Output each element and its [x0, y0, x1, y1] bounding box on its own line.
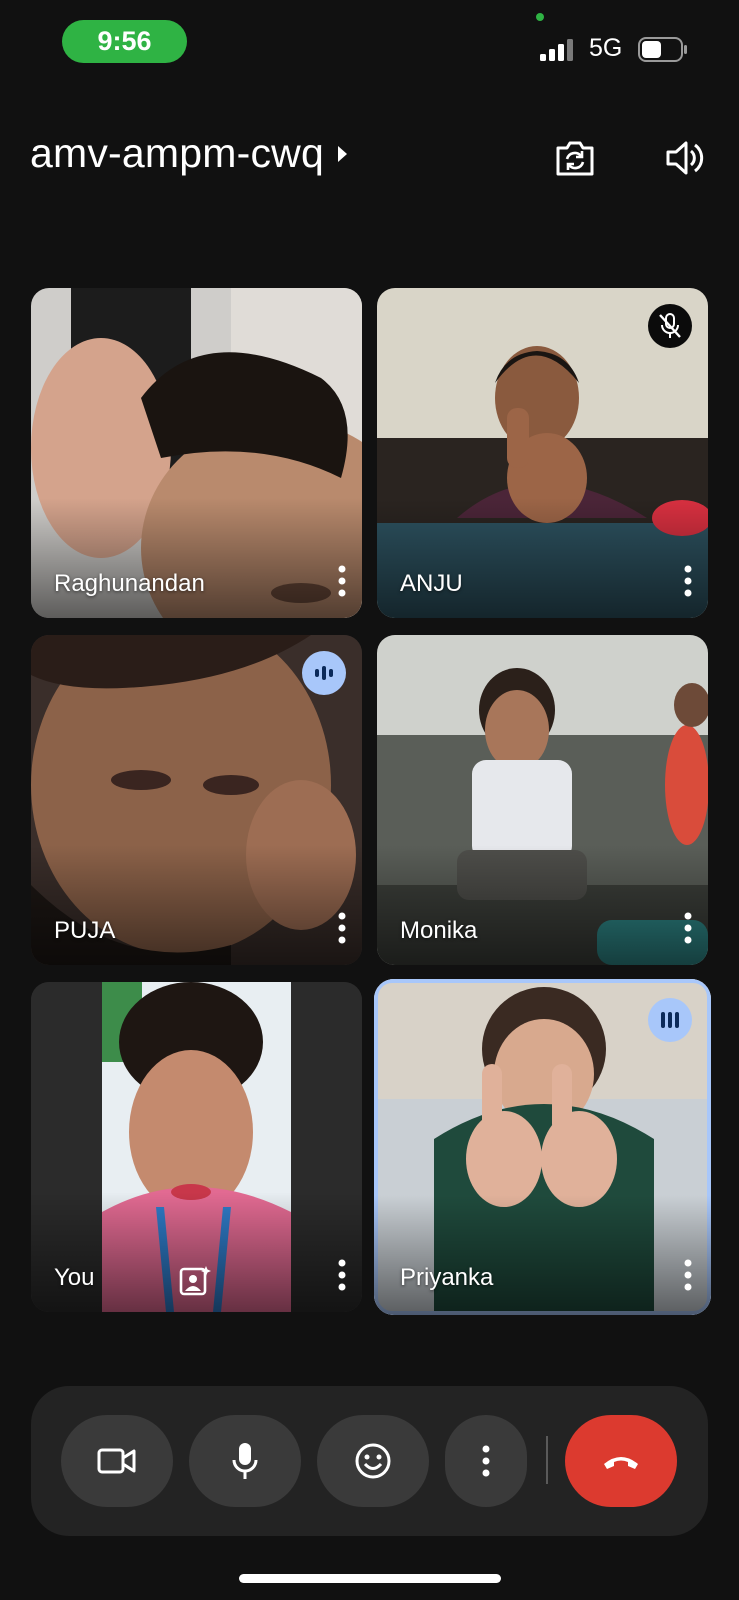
participant-name: PUJA: [54, 917, 116, 944]
participant-tile-self[interactable]: You: [31, 982, 362, 1312]
name-shade: [374, 1195, 711, 1315]
reactions-button[interactable]: [317, 1415, 429, 1507]
microphone-toggle-button[interactable]: [189, 1415, 301, 1507]
speaking-indicator: [648, 998, 692, 1042]
participant-tile-priyanka[interactable]: Priyanka: [374, 979, 711, 1315]
more-options-button[interactable]: [445, 1415, 527, 1507]
effects-icon[interactable]: [178, 1264, 212, 1298]
switch-camera-button[interactable]: [552, 135, 598, 181]
emoji-icon: [355, 1443, 391, 1479]
end-call-button[interactable]: [565, 1415, 677, 1507]
battery-icon: [638, 37, 687, 62]
participant-name: Raghunandan: [54, 570, 205, 597]
more-vertical-icon[interactable]: [680, 911, 696, 945]
name-shade: [377, 498, 708, 618]
more-vertical-icon: [482, 1445, 490, 1477]
name-shade: [377, 845, 708, 965]
end-call-icon: [604, 1457, 638, 1469]
network-type: 5G: [589, 34, 623, 62]
switch-camera-icon: [556, 141, 594, 176]
participant-tile-monika[interactable]: Monika: [377, 635, 708, 965]
speaker-button[interactable]: [662, 135, 708, 181]
more-vertical-icon[interactable]: [680, 564, 696, 598]
chevron-right-icon: [338, 145, 347, 162]
mic-off-icon: [659, 313, 681, 338]
status-time: 9:56: [62, 20, 187, 63]
call-control-bar: [31, 1386, 708, 1536]
name-shade: [31, 845, 362, 965]
video-camera-icon: [97, 1448, 136, 1474]
participant-tile-anju[interactable]: ANJU: [377, 288, 708, 618]
speaking-indicator: [302, 651, 346, 695]
muted-indicator: [648, 304, 692, 348]
audio-level-icon: [661, 1012, 679, 1028]
microphone-icon: [232, 1443, 258, 1479]
more-vertical-icon[interactable]: [334, 911, 350, 945]
participant-name: Priyanka: [400, 1264, 494, 1291]
participant-tile-raghunandan[interactable]: Raghunandan: [31, 288, 362, 618]
participant-name: You: [54, 1264, 95, 1291]
control-divider: [546, 1436, 548, 1484]
camera-indicator-dot: [536, 13, 544, 21]
participant-name: Monika: [400, 917, 478, 944]
signal-bars-icon: [540, 39, 573, 61]
speaker-icon: [666, 141, 704, 175]
home-indicator[interactable]: [239, 1574, 501, 1583]
audio-level-icon: [315, 666, 333, 680]
more-vertical-icon[interactable]: [334, 1258, 350, 1292]
camera-toggle-button[interactable]: [61, 1415, 173, 1507]
participant-tile-puja[interactable]: PUJA: [31, 635, 362, 965]
meeting-title[interactable]: amv-ampm-cwq: [30, 130, 350, 177]
more-vertical-icon[interactable]: [680, 1258, 696, 1292]
more-vertical-icon[interactable]: [334, 564, 350, 598]
meeting-code: amv-ampm-cwq: [30, 130, 324, 176]
name-shade: [31, 498, 362, 618]
participant-name: ANJU: [400, 570, 463, 597]
